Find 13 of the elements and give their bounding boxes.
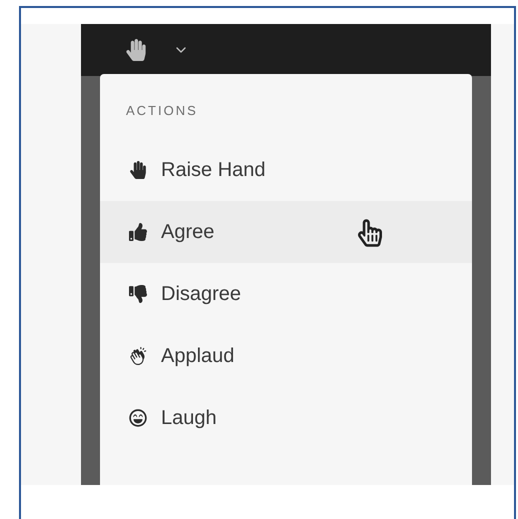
menu-heading: ACTIONS <box>125 102 199 120</box>
thumbs-up-icon <box>129 222 147 240</box>
thumbs-down-icon <box>129 284 147 302</box>
menu-item[interactable]: Agree <box>100 200 472 262</box>
menu-item[interactable]: Laugh <box>100 386 472 448</box>
menu-item[interactable]: Raise Hand <box>100 138 472 200</box>
menu-item[interactable]: Disagree <box>100 262 472 324</box>
raised-hand-icon[interactable] <box>125 39 147 61</box>
clapping-hands-icon <box>129 346 147 364</box>
menu-item[interactable]: Applaud <box>100 324 472 386</box>
raised-hand-icon <box>129 160 147 178</box>
laughing-face-icon <box>129 408 147 426</box>
pointer-cursor-icon <box>358 218 382 246</box>
